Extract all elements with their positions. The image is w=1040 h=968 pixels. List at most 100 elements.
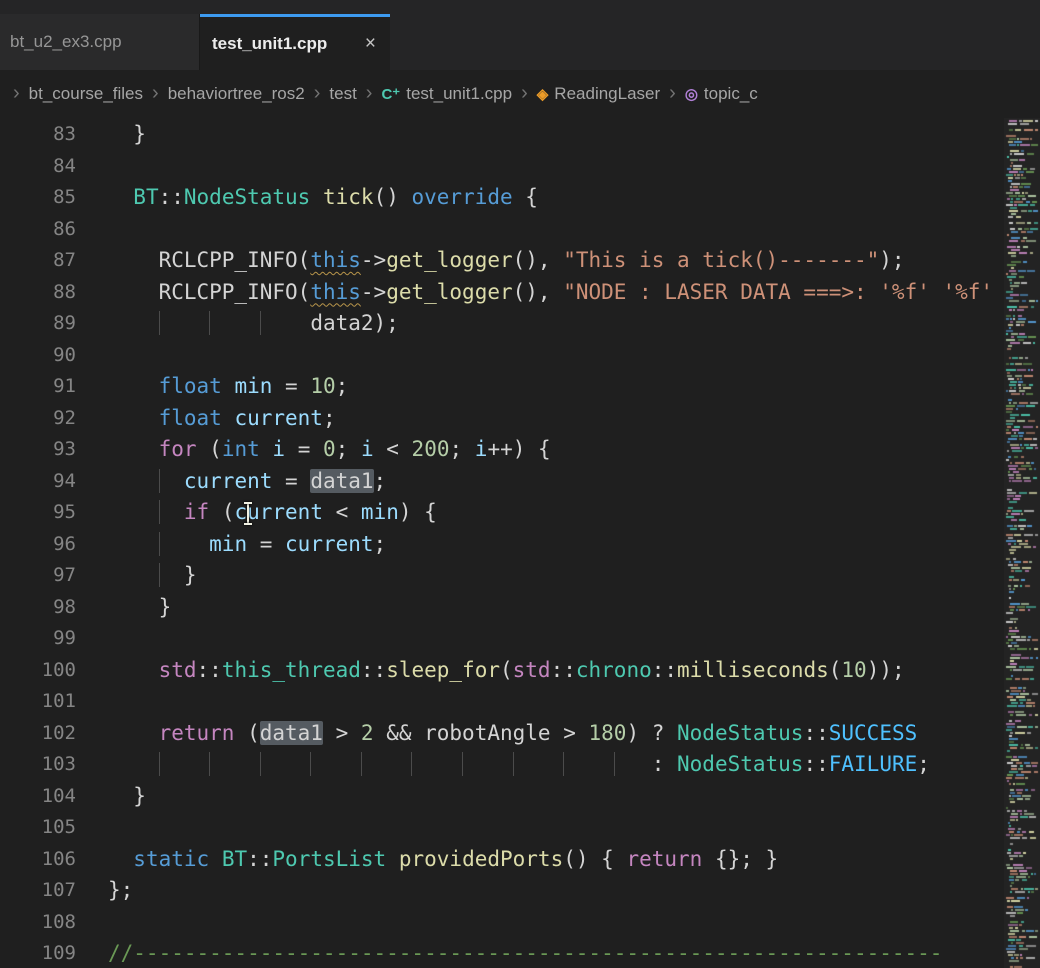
line-number: 86	[0, 214, 76, 246]
code-line[interactable]: 103 : NodeStatus::FAILURE;	[0, 749, 1040, 781]
code-line[interactable]: 105	[0, 812, 1040, 844]
code-line[interactable]: 84	[0, 151, 1040, 183]
code-line[interactable]: 90	[0, 340, 1040, 372]
chevron-right-icon: ›	[366, 82, 373, 105]
line-number: 108	[0, 907, 76, 939]
line-number: 100	[0, 655, 76, 687]
code-line[interactable]: 85 BT::NodeStatus tick() override {	[0, 182, 1040, 214]
code-text: current = data1;	[108, 466, 386, 498]
line-number: 107	[0, 875, 76, 907]
class-icon: ◈	[537, 85, 549, 103]
code-line[interactable]: 101	[0, 686, 1040, 718]
line-number: 93	[0, 434, 76, 466]
code-line[interactable]: 86	[0, 214, 1040, 246]
code-text: if (current < min) {	[108, 497, 437, 529]
code-text: //--------------------------------------…	[108, 938, 942, 968]
line-number: 105	[0, 812, 76, 844]
code-text: float current;	[108, 403, 336, 435]
code-line[interactable]: 93 for (int i = 0; i < 200; i++) {	[0, 434, 1040, 466]
line-number: 96	[0, 529, 76, 561]
code-line[interactable]: 108	[0, 907, 1040, 939]
line-number: 97	[0, 560, 76, 592]
tab-test_unit1.cpp[interactable]: test_unit1.cpp×	[200, 14, 390, 70]
chevron-right-icon: ›	[314, 82, 321, 105]
code-line[interactable]: 89 data2);	[0, 308, 1040, 340]
code-lines: 83 }8485 BT::NodeStatus tick() override …	[0, 118, 1040, 968]
line-number: 89	[0, 308, 76, 340]
code-text: }	[108, 560, 197, 592]
chevron-right-icon: ›	[669, 82, 676, 105]
code-line[interactable]: 99	[0, 623, 1040, 655]
line-number: 98	[0, 592, 76, 624]
line-number: 88	[0, 277, 76, 309]
tab-label: bt_u2_ex3.cpp	[10, 32, 122, 52]
code-line[interactable]: 91 float min = 10;	[0, 371, 1040, 403]
code-text: min = current;	[108, 529, 386, 561]
breadcrumb-item-topic_c[interactable]: ◎ topic_c	[685, 84, 758, 104]
code-line[interactable]: 106 static BT::PortsList providedPorts()…	[0, 844, 1040, 876]
code-line[interactable]: 98 }	[0, 592, 1040, 624]
code-line[interactable]: 92 float current;	[0, 403, 1040, 435]
line-number: 106	[0, 844, 76, 876]
minimap-canvas[interactable]	[1004, 118, 1040, 968]
code-text: RCLCPP_INFO(this->get_logger(), "NODE : …	[108, 277, 993, 309]
code-text: for (int i = 0; i < 200; i++) {	[108, 434, 551, 466]
code-line[interactable]: 95 if (current < min) {	[0, 497, 1040, 529]
tab-bar: bt_u2_ex3.cpp test_unit1.cpp×	[0, 14, 1040, 70]
line-number: 83	[0, 119, 76, 151]
line-number: 103	[0, 749, 76, 781]
breadcrumb-item-behaviortree_ros2[interactable]: behaviortree_ros2	[168, 84, 305, 104]
breadcrumb-label: test_unit1.cpp	[406, 84, 512, 104]
breadcrumb-item-test_unit1.cpp[interactable]: C⁺ test_unit1.cpp	[381, 84, 512, 104]
code-text: data2);	[108, 308, 399, 340]
code-line[interactable]: 104 }	[0, 781, 1040, 813]
breadcrumb-label: test	[329, 84, 356, 104]
tab-bt_u2_ex3.cpp[interactable]: bt_u2_ex3.cpp	[0, 14, 200, 70]
minimap[interactable]	[1004, 118, 1040, 968]
breadcrumb: › bt_course_files › behaviortree_ros2 › test ›…	[0, 70, 1040, 118]
code-line[interactable]: 100 std::this_thread::sleep_for(std::chr…	[0, 655, 1040, 687]
breadcrumb-label: bt_course_files	[29, 84, 143, 104]
code-line[interactable]: 109 //-----------------------------------…	[0, 938, 1040, 968]
breadcrumb-item-test[interactable]: test	[329, 84, 356, 104]
line-number: 104	[0, 781, 76, 813]
line-number: 101	[0, 686, 76, 718]
code-text: : NodeStatus::FAILURE;	[108, 749, 930, 781]
code-text: static BT::PortsList providedPorts() { r…	[108, 844, 778, 876]
mouse-cursor-ibeam	[247, 503, 249, 524]
code-line[interactable]: 96 min = current;	[0, 529, 1040, 561]
line-number: 102	[0, 718, 76, 750]
code-editor[interactable]: 83 }8485 BT::NodeStatus tick() override …	[0, 118, 1040, 968]
code-text: std::this_thread::sleep_for(std::chrono:…	[108, 655, 905, 687]
cpp-file-icon: C⁺	[381, 85, 400, 103]
breadcrumb-item-ReadingLaser[interactable]: ◈ ReadingLaser	[537, 84, 660, 104]
breadcrumb-item-bt_course_files[interactable]: bt_course_files	[29, 84, 143, 104]
code-text: return (data1 > 2 && robotAngle > 180) ?…	[108, 718, 917, 750]
code-text: }	[108, 119, 146, 151]
code-text: }	[108, 781, 146, 813]
code-line[interactable]: 88 RCLCPP_INFO(this->get_logger(), "NODE…	[0, 277, 1040, 309]
code-line[interactable]: 97 }	[0, 560, 1040, 592]
close-icon[interactable]: ×	[365, 33, 376, 55]
code-line[interactable]: 102 return (data1 > 2 && robotAngle > 18…	[0, 718, 1040, 750]
code-text: RCLCPP_INFO(this->get_logger(), "This is…	[108, 245, 905, 277]
code-text: };	[108, 875, 133, 907]
line-number: 109	[0, 938, 76, 968]
breadcrumb-label: topic_c	[704, 84, 758, 104]
line-number: 90	[0, 340, 76, 372]
code-line[interactable]: 107};	[0, 875, 1040, 907]
method-icon: ◎	[685, 85, 698, 103]
code-text: }	[108, 592, 171, 624]
chevron-right-icon: ›	[521, 82, 528, 105]
code-line[interactable]: 94 current = data1;	[0, 466, 1040, 498]
line-number: 95	[0, 497, 76, 529]
line-number: 84	[0, 151, 76, 183]
line-number: 85	[0, 182, 76, 214]
code-line[interactable]: 87 RCLCPP_INFO(this->get_logger(), "This…	[0, 245, 1040, 277]
code-text: BT::NodeStatus tick() override {	[108, 182, 538, 214]
breadcrumb-label: ReadingLaser	[554, 84, 660, 104]
code-text: float min = 10;	[108, 371, 348, 403]
breadcrumb-label: behaviortree_ros2	[168, 84, 305, 104]
line-number: 92	[0, 403, 76, 435]
code-line[interactable]: 83 }	[0, 119, 1040, 151]
